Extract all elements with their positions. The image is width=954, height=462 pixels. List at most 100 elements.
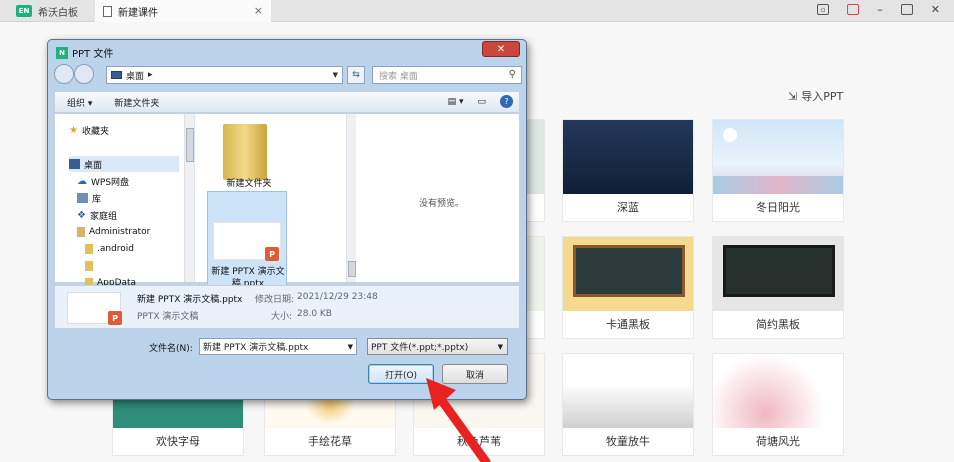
folder-icon [223, 124, 267, 180]
chevron-down-icon[interactable]: ▼ [333, 71, 338, 79]
filename-row: 文件名(N): 新建 PPTX 演示文稿.pptx ▼ PPT 文件(*.ppt… [48, 337, 528, 357]
open-file-dialog: N PPT 文件 ✕ 桌面 ▸ ▼ ⇆ 搜索 桌面 ⚲ 组织 ▾ 新建文件夹 ▤… [47, 39, 527, 400]
document-icon [103, 5, 112, 17]
view-options-icon[interactable]: ▤ ▾ [448, 97, 464, 107]
new-folder-button[interactable]: 新建文件夹 [114, 96, 159, 109]
template-label: 冬日阳光 [756, 201, 800, 214]
details-modified-label: 修改日期: [255, 295, 295, 305]
template-label: 手绘花草 [308, 435, 352, 448]
details-size-value: 28.0 KB [297, 309, 332, 319]
filename-value: 新建 PPTX 演示文稿.pptx [203, 343, 309, 353]
feedback-icon[interactable]: ▫ [817, 4, 830, 15]
details-thumbnail: P [67, 292, 122, 325]
dialog-body: ★ 收藏夹 桌面 ☁ WPS网盘 库 ❖ 家庭组 Administrator .… [54, 113, 520, 289]
library-icon [77, 193, 88, 203]
address-text: 桌面 [126, 71, 145, 82]
annotation-arrow-icon [426, 378, 491, 462]
refresh-icon[interactable]: ⇆ [347, 66, 365, 84]
restore-icon[interactable] [900, 4, 913, 15]
template-card[interactable]: 简约黑板 [712, 236, 844, 339]
import-ppt-button[interactable]: ⇲ 导入PPT [788, 88, 843, 104]
template-card[interactable]: 卡通黑板 [562, 236, 694, 339]
template-label: 简约黑板 [756, 318, 800, 331]
homegroup-icon: ❖ [77, 209, 86, 221]
details-file-name: 新建 PPTX 演示文稿.pptx [137, 295, 243, 305]
template-label: 牧童放牛 [606, 435, 650, 448]
mail-icon[interactable] [847, 4, 860, 15]
template-thumbnail [713, 354, 843, 428]
details-modified-value: 2021/12/29 23:48 [297, 292, 378, 302]
template-thumbnail [563, 354, 693, 428]
organize-menu[interactable]: 组织 ▾ [67, 96, 92, 109]
file-item-label: 新建文件夹 [226, 179, 272, 189]
file-list-scrollbar[interactable] [346, 114, 356, 282]
details-pane: P 新建 PPTX 演示文稿.pptx 修改日期: 2021/12/29 23:… [54, 285, 520, 329]
dialog-close-button[interactable]: ✕ [482, 41, 520, 57]
details-size-label: 大小: [271, 312, 293, 322]
template-label: 深蓝 [617, 201, 639, 214]
template-label: 卡通黑板 [606, 318, 650, 331]
file-item-pptx[interactable]: P 新建 PPTX 演示文稿.pptx [207, 191, 287, 289]
template-card[interactable]: 深蓝 [562, 119, 694, 222]
navigation-pane: ★ 收藏夹 桌面 ☁ WPS网盘 库 ❖ 家庭组 Administrator .… [55, 114, 195, 288]
template-thumbnail [563, 120, 693, 194]
app-name: 希沃白板 [38, 7, 78, 19]
close-tab-icon[interactable]: × [254, 4, 263, 17]
ppt-icon: P [265, 247, 279, 261]
app-titlebar: EN 希沃白板 新建课件 × ▫ – ✕ [0, 0, 954, 22]
template-label: 欢快字母 [156, 435, 200, 448]
template-thumbnail [563, 237, 693, 311]
folder-icon [85, 244, 93, 254]
sidebar-item-desktop[interactable]: 桌面 [69, 156, 179, 172]
file-type-value: PPT 文件(*.ppt;*.pptx) [371, 343, 469, 353]
forward-icon[interactable] [74, 64, 94, 84]
template-thumbnail [713, 120, 843, 194]
dialog-toolbar: 组织 ▾ 新建文件夹 ▤ ▾ ▭ ? [54, 91, 520, 113]
tab-new-courseware[interactable]: 新建课件 × [95, 0, 271, 22]
dialog-title-text: PPT 文件 [72, 49, 114, 60]
template-card[interactable]: 冬日阳光 [712, 119, 844, 222]
app-logo: EN [16, 5, 32, 17]
folder-icon [85, 261, 93, 271]
template-thumbnail [713, 237, 843, 311]
ppt-icon: P [108, 311, 122, 325]
template-card[interactable]: 荷塘风光 [712, 353, 844, 456]
search-input[interactable]: 搜索 桌面 ⚲ [372, 66, 522, 84]
tab-label: 新建课件 [118, 7, 158, 19]
navigation-scrollbar[interactable] [184, 114, 194, 282]
sidebar-item-folder[interactable] [85, 258, 215, 274]
dialog-title: N PPT 文件 [56, 45, 113, 60]
address-bar[interactable]: 桌面 ▸ ▼ [106, 66, 343, 84]
filename-label: 文件名(N): [149, 344, 193, 354]
no-preview-text: 没有预览。 [419, 199, 465, 209]
chevron-down-icon[interactable]: ▼ [348, 343, 353, 351]
desktop-icon [111, 71, 122, 79]
chevron-down-icon[interactable]: ▼ [498, 343, 503, 351]
user-icon [77, 227, 85, 237]
app-small-icon: N [56, 46, 68, 59]
close-window-icon[interactable]: ✕ [931, 3, 940, 16]
desktop-icon [69, 159, 80, 169]
search-placeholder: 搜索 桌面 [379, 71, 418, 82]
navigation-row: 桌面 ▸ ▼ ⇆ 搜索 桌面 ⚲ [54, 64, 522, 86]
file-type-select[interactable]: PPT 文件(*.ppt;*.pptx) ▼ [367, 338, 508, 355]
sidebar-item-favorites[interactable]: ★ 收藏夹 [69, 122, 199, 138]
details-file-type: PPTX 演示文稿 [137, 312, 199, 322]
back-icon[interactable] [54, 64, 74, 84]
preview-pane: 没有预览。 [357, 114, 519, 282]
sidebar-item-android[interactable]: .android [85, 241, 215, 257]
template-card[interactable]: 牧童放牛 [562, 353, 694, 456]
address-separator[interactable]: ▸ [148, 70, 153, 80]
file-list: 新建文件夹 P 新建 PPTX 演示文稿.pptx [205, 114, 350, 289]
app-tab[interactable]: EN 希沃白板 [0, 0, 92, 22]
cloud-icon: ☁ [77, 175, 87, 187]
search-icon[interactable]: ⚲ [509, 69, 516, 80]
help-icon[interactable]: ? [500, 95, 513, 108]
minimize-icon[interactable]: – [877, 3, 883, 16]
import-ppt-label: 导入PPT [801, 90, 844, 103]
preview-pane-icon[interactable]: ▭ [477, 97, 486, 107]
window-controls: ▫ – ✕ [817, 3, 940, 16]
filename-input[interactable]: 新建 PPTX 演示文稿.pptx ▼ [199, 338, 357, 355]
template-label: 荷塘风光 [756, 435, 800, 448]
star-icon: ★ [69, 124, 78, 136]
